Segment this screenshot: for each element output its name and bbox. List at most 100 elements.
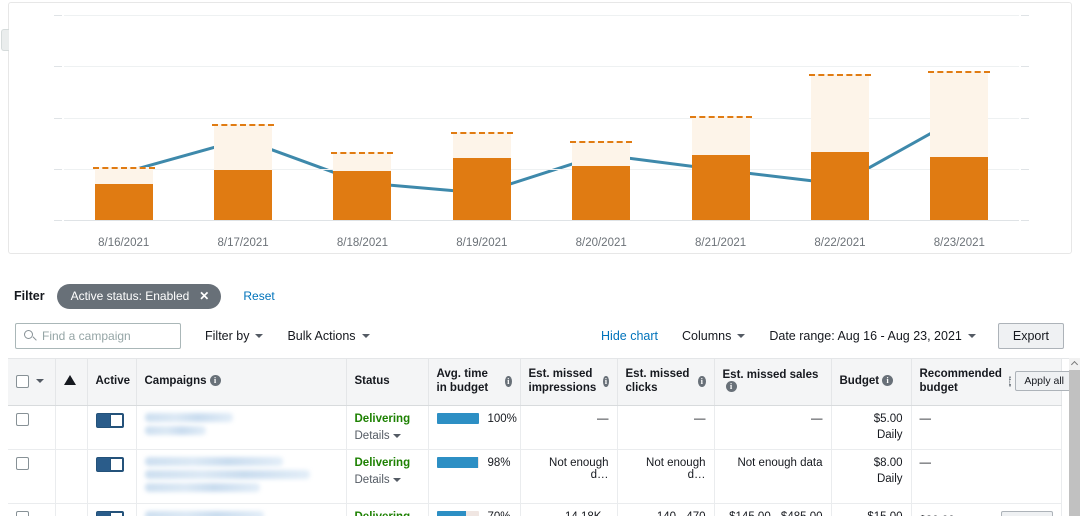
- th-est-missed-clicks-label: Est. missed clicks: [626, 367, 692, 396]
- cell-budget[interactable]: $15.00 Daily: [831, 503, 911, 516]
- recommended-budget-value: —: [920, 413, 932, 425]
- recommended-budget-marker: [690, 116, 752, 118]
- details-dropdown[interactable]: Details: [355, 474, 420, 486]
- th-avg-time-in-budget: Avg. time in budget i: [428, 359, 520, 405]
- apply-button[interactable]: Apply: [1001, 511, 1053, 516]
- cell-campaign-name[interactable]: [136, 405, 346, 449]
- bar-spend[interactable]: [930, 157, 988, 220]
- th-warning: [55, 359, 87, 405]
- bar-spend[interactable]: [692, 155, 750, 220]
- active-toggle[interactable]: [96, 457, 124, 472]
- cell-recommended-budget: —: [911, 449, 1061, 503]
- gridline: [64, 169, 1019, 170]
- progress-bar: [437, 413, 479, 424]
- cell-est-missed-impressions: Not enough d…: [520, 449, 617, 503]
- chart-collapse-handle[interactable]: [1, 29, 9, 51]
- reset-filters-link[interactable]: Reset: [243, 289, 274, 303]
- details-label: Details: [355, 474, 390, 486]
- campaign-name-redacted: [145, 483, 261, 492]
- row-checkbox[interactable]: [16, 511, 29, 516]
- info-icon[interactable]: i: [603, 376, 608, 387]
- th-select-all: [8, 359, 55, 405]
- th-active: Active: [87, 359, 136, 405]
- table-body: Delivering Details 100% — — — $5.00 Dail…: [8, 405, 1061, 516]
- apply-all-button[interactable]: Apply all: [1015, 371, 1072, 391]
- bulk-actions-dropdown[interactable]: Bulk Actions: [287, 329, 369, 343]
- info-icon[interactable]: i: [1009, 376, 1011, 387]
- axis-tick-mark: [54, 66, 62, 67]
- info-icon[interactable]: i: [698, 376, 705, 387]
- budget-period: Daily: [840, 429, 903, 441]
- bar-spend[interactable]: [453, 158, 511, 220]
- cell-recommended-budget: —: [911, 405, 1061, 449]
- search-input[interactable]: [16, 328, 180, 344]
- budget-value: $8.00: [840, 457, 903, 469]
- details-dropdown[interactable]: Details: [355, 430, 420, 442]
- info-icon[interactable]: i: [505, 376, 511, 387]
- avg-time-in-budget-value: 70%: [488, 511, 511, 516]
- axis-tick-mark: [54, 220, 62, 221]
- date-range-dropdown[interactable]: Date range: Aug 16 - Aug 23, 2021: [769, 329, 976, 343]
- active-toggle[interactable]: [96, 413, 124, 428]
- info-icon[interactable]: i: [210, 375, 221, 386]
- bar-spend[interactable]: [811, 152, 869, 220]
- export-button[interactable]: Export: [998, 323, 1064, 349]
- avg-time-in-budget-value: 100%: [488, 413, 517, 425]
- filter-by-dropdown[interactable]: Filter by: [205, 329, 263, 343]
- bar-spend[interactable]: [214, 170, 272, 220]
- axis-tick-mark: [1021, 220, 1029, 221]
- bar-spend[interactable]: [572, 166, 630, 220]
- axis-tick-mark: [1021, 169, 1029, 170]
- cell-est-missed-clicks: 140 - 470: [617, 503, 714, 516]
- chart-panel: 002.420k4.840k7.260k9.680k8/16/20218/17/…: [8, 2, 1072, 254]
- x-axis-tick-label: 8/19/2021: [456, 237, 507, 249]
- campaigns-table: Active Campaignsi Status Avg. time in bu…: [8, 358, 1072, 516]
- x-axis-tick-label: 8/18/2021: [337, 237, 388, 249]
- cell-campaign-name[interactable]: [136, 503, 346, 516]
- toolbar-right-group: Hide chart Columns Date range: Aug 16 - …: [601, 323, 1072, 349]
- axis-tick-mark: [54, 169, 62, 170]
- recommended-budget-marker: [809, 74, 871, 76]
- cell-budget[interactable]: $8.00 Daily: [831, 449, 911, 503]
- cell-recommended-budget: $30.00 Apply: [911, 503, 1061, 516]
- table-toolbar: Filter by Bulk Actions Hide chart Column…: [8, 318, 1072, 354]
- budget-period: Daily: [840, 473, 903, 485]
- recommended-budget-value: —: [920, 457, 932, 469]
- table-vertical-scrollbar[interactable]: [1069, 358, 1080, 516]
- x-axis-tick-label: 8/23/2021: [934, 237, 985, 249]
- row-checkbox[interactable]: [16, 413, 29, 426]
- axis-tick-mark: [54, 118, 62, 119]
- x-axis-tick-label: 8/22/2021: [814, 237, 865, 249]
- bar-spend[interactable]: [333, 171, 391, 220]
- status-badge: Delivering: [355, 511, 420, 516]
- scrollbar-thumb[interactable]: [1069, 370, 1080, 516]
- info-icon[interactable]: i: [882, 375, 893, 386]
- cell-select: [8, 449, 55, 503]
- chevron-down-icon: [362, 334, 370, 338]
- scroll-up-arrow-icon[interactable]: [1069, 358, 1080, 369]
- cell-campaign-name[interactable]: [136, 449, 346, 503]
- active-toggle[interactable]: [96, 511, 124, 516]
- chevron-down-icon[interactable]: [36, 379, 44, 383]
- axis-tick-mark: [1021, 66, 1029, 67]
- close-icon[interactable]: ✕: [199, 289, 209, 303]
- hide-chart-link[interactable]: Hide chart: [601, 329, 658, 343]
- status-badge: Delivering: [355, 413, 420, 425]
- row-checkbox[interactable]: [16, 457, 29, 470]
- bar-spend[interactable]: [95, 184, 153, 220]
- progress-bar: [437, 511, 479, 516]
- chevron-down-icon: [737, 334, 745, 338]
- filter-pill-active-status[interactable]: Active status: Enabled ✕: [57, 284, 222, 309]
- select-all-checkbox[interactable]: [16, 375, 29, 388]
- cell-status: Delivering Details: [346, 503, 428, 516]
- budget-value: $15.00: [840, 511, 903, 516]
- columns-dropdown[interactable]: Columns: [682, 329, 745, 343]
- info-icon[interactable]: i: [726, 381, 737, 392]
- filter-by-label: Filter by: [205, 329, 249, 343]
- cell-est-missed-impressions: —: [520, 405, 617, 449]
- cell-budget[interactable]: $5.00 Daily: [831, 405, 911, 449]
- axis-tick-mark: [54, 15, 62, 16]
- search-box[interactable]: [15, 323, 181, 349]
- cell-est-missed-impressions: 14.18K - 42.59K: [520, 503, 617, 516]
- columns-label: Columns: [682, 329, 731, 343]
